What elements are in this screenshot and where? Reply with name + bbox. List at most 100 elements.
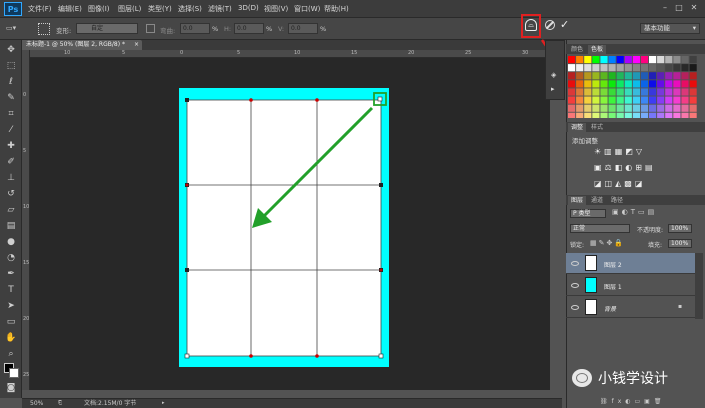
tab-adjustments[interactable]: 调整 — [568, 123, 587, 132]
swatch[interactable] — [681, 64, 689, 72]
eye-icon[interactable] — [571, 261, 579, 266]
swatch[interactable] — [592, 64, 600, 72]
swatch[interactable] — [584, 64, 592, 72]
swatch[interactable] — [632, 64, 640, 72]
swatch[interactable] — [632, 72, 640, 80]
swatch[interactable] — [673, 88, 681, 96]
swatch[interactable] — [649, 56, 657, 64]
swatch[interactable] — [576, 96, 584, 104]
swatch[interactable] — [568, 56, 576, 64]
swatch[interactable] — [689, 104, 697, 112]
swatch[interactable] — [608, 104, 616, 112]
swatch[interactable] — [649, 88, 657, 96]
swatch[interactable] — [576, 112, 584, 118]
swatch[interactable] — [576, 80, 584, 88]
layer-filter-icons[interactable]: ▣◐T▭▤ — [612, 208, 657, 216]
swatch[interactable] — [665, 64, 673, 72]
adjustment-icons-row-2[interactable]: ▣⚖◧◐⊞▤ — [594, 163, 656, 172]
swatch[interactable] — [681, 56, 689, 64]
swatch[interactable] — [681, 88, 689, 96]
swatch[interactable] — [681, 72, 689, 80]
tab-swatches[interactable]: 色板 — [588, 45, 607, 54]
swatch[interactable] — [689, 88, 697, 96]
swatch[interactable] — [568, 72, 576, 80]
swatch[interactable] — [616, 104, 624, 112]
swatch[interactable] — [665, 80, 673, 88]
swatch[interactable] — [640, 56, 649, 64]
swatch[interactable] — [689, 56, 697, 64]
swatch[interactable] — [689, 64, 697, 72]
swatch[interactable] — [600, 96, 608, 104]
swatch[interactable] — [568, 96, 576, 104]
swatch[interactable] — [624, 80, 632, 88]
swatch[interactable] — [657, 88, 665, 96]
swatch[interactable] — [600, 112, 608, 118]
swatch[interactable] — [657, 80, 665, 88]
swatch[interactable] — [632, 112, 640, 118]
swatch[interactable] — [640, 104, 649, 112]
export-icon[interactable]: ⎗ — [58, 399, 62, 408]
swatch[interactable] — [649, 80, 657, 88]
tab-layers[interactable]: 图层 — [568, 196, 587, 205]
swatch[interactable] — [576, 104, 584, 112]
swatch[interactable] — [608, 56, 616, 64]
swatch[interactable] — [624, 104, 632, 112]
swatch[interactable] — [592, 96, 600, 104]
swatch[interactable] — [640, 72, 649, 80]
swatch[interactable] — [640, 80, 649, 88]
swatch[interactable] — [568, 88, 576, 96]
swatch[interactable] — [657, 56, 665, 64]
swatch[interactable] — [600, 88, 608, 96]
swatch[interactable] — [568, 104, 576, 112]
swatch[interactable] — [632, 96, 640, 104]
swatch[interactable] — [592, 80, 600, 88]
swatches-grid[interactable] — [568, 56, 698, 118]
swatch[interactable] — [657, 112, 665, 118]
swatch[interactable] — [649, 64, 657, 72]
history-panel-icon[interactable]: ◈ — [551, 71, 556, 79]
swatch[interactable] — [584, 80, 592, 88]
swatch[interactable] — [584, 112, 592, 118]
tab-color[interactable]: 颜色 — [568, 45, 586, 54]
swatch[interactable] — [681, 96, 689, 104]
swatch[interactable] — [689, 72, 697, 80]
swatch[interactable] — [632, 104, 640, 112]
tab-paths[interactable]: 路径 — [608, 196, 626, 205]
info-menu-arrow-icon[interactable]: ▸ — [162, 399, 165, 408]
swatch[interactable] — [665, 72, 673, 80]
swatch[interactable] — [673, 112, 681, 118]
swatch[interactable] — [616, 112, 624, 118]
swatch[interactable] — [689, 112, 697, 118]
adjustment-icons-row-1[interactable]: ☀▥▦◩▽ — [594, 147, 645, 156]
swatch[interactable] — [657, 72, 665, 80]
swatch[interactable] — [624, 72, 632, 80]
swatch[interactable] — [681, 104, 689, 112]
eye-icon[interactable] — [571, 305, 579, 310]
layer-kind-filter[interactable]: P 类型 — [570, 209, 606, 218]
swatch[interactable] — [657, 64, 665, 72]
swatch[interactable] — [592, 104, 600, 112]
swatch[interactable] — [568, 64, 576, 72]
swatch[interactable] — [608, 72, 616, 80]
swatch[interactable] — [616, 96, 624, 104]
swatch[interactable] — [584, 104, 592, 112]
swatch[interactable] — [592, 72, 600, 80]
swatch[interactable] — [689, 96, 697, 104]
swatch[interactable] — [640, 88, 649, 96]
layer-actions-icons[interactable]: ⛓fx◐▭▣🗑 — [600, 398, 665, 405]
swatch[interactable] — [592, 88, 600, 96]
layer-row[interactable]: 图层 2 — [566, 253, 695, 274]
swatch[interactable] — [624, 112, 632, 118]
swatch[interactable] — [673, 64, 681, 72]
opacity-field[interactable]: 100% — [668, 224, 692, 233]
actions-panel-icon[interactable]: ▸ — [551, 85, 555, 93]
swatch[interactable] — [608, 64, 616, 72]
layer-row[interactable]: 图层 1 — [566, 275, 695, 296]
swatch[interactable] — [657, 96, 665, 104]
swatch[interactable] — [616, 64, 624, 72]
swatch[interactable] — [600, 56, 608, 64]
swatch[interactable] — [649, 96, 657, 104]
eye-icon[interactable] — [571, 283, 579, 288]
swatch[interactable] — [665, 104, 673, 112]
swatch[interactable] — [568, 80, 576, 88]
